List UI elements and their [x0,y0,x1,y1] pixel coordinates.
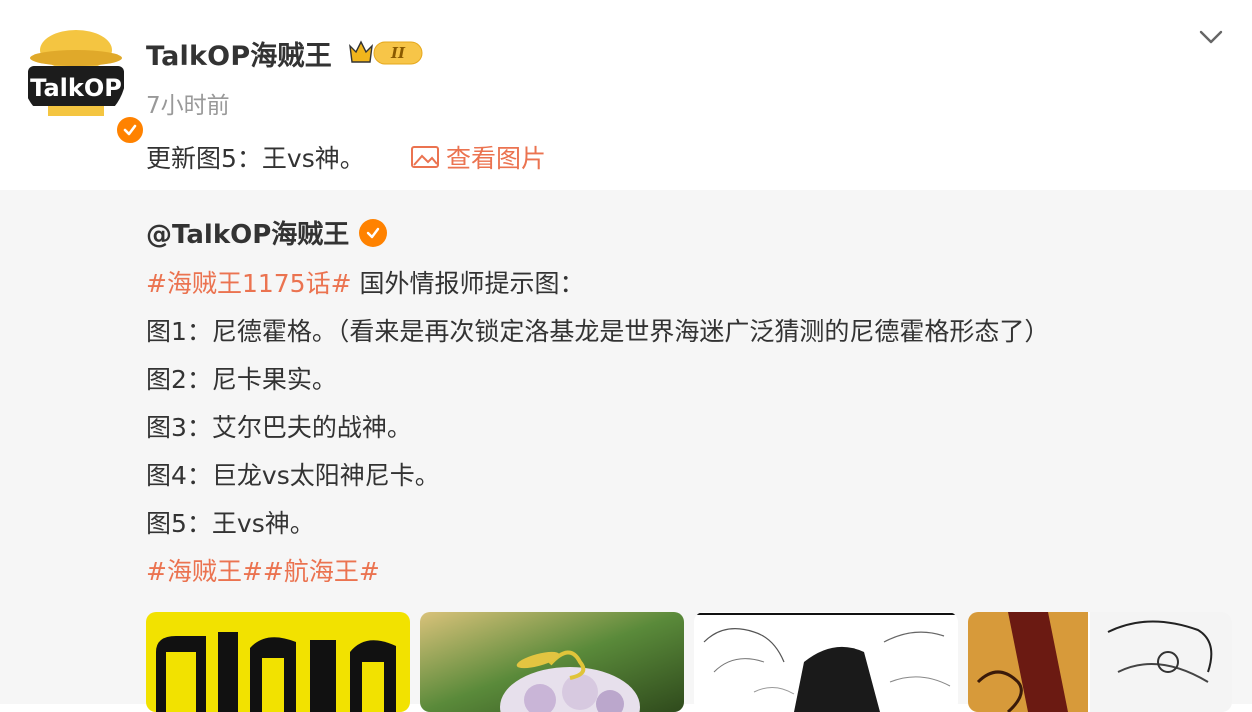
repost-line-3: 图2：尼卡果实。 [146,365,337,394]
username[interactable]: TalkOP海贼王 [146,34,332,73]
repost-author-name[interactable]: @TalkOP海贼王 [146,214,349,251]
repost-line-1: #海贼王1175话# 国外情报师提示图： [146,264,584,300]
thumbnail-image [420,612,684,712]
thumbnail-image [146,612,410,712]
timestamp[interactable]: 7小时前 [146,86,230,120]
verified-icon [359,218,388,247]
hashtag-link[interactable]: #海贼王# [146,557,263,586]
repost-line-6: 图5：王vs神。 [146,509,315,538]
repost-line-5: 图4：巨龙vs太阳神尼卡。 [146,461,440,490]
hashtag-link[interactable]: #航海王# [263,557,380,586]
image-grid [146,612,1236,712]
hashtag-link[interactable]: #海贼王1175话# [146,269,352,298]
image-icon [411,146,439,168]
repost-line-text: 国外情报师提示图： [351,269,585,298]
image-thumbnail[interactable] [968,612,1232,712]
view-image-link[interactable]: 查看图片 [410,139,546,175]
thumbnail-image [694,612,958,712]
crown-icon[interactable]: II [348,36,428,68]
repost-line-2: 图1：尼德霍格。（看来是再次锁定洛基龙是世界海迷广泛猜测的尼德霍格形态了） [146,317,1050,346]
post-header: TalkOP TalkOP海贼王 II 7小时前 更新图5：王vs神。 查看图片 [0,0,1252,190]
member-level-text: II [390,44,406,62]
svg-text:TalkOP: TalkOP [30,74,122,102]
repost-line-4: 图3：艾尔巴夫的战神。 [146,413,412,442]
repost-box[interactable]: @TalkOP海贼王 #海贼王1175话# 国外情报师提示图： 图1：尼德霍格。… [0,190,1252,712]
image-thumbnail[interactable] [146,612,410,712]
view-image-label: 查看图片 [446,144,547,173]
post-text: 更新图5：王vs神。 [146,144,365,173]
avatar[interactable]: TalkOP [20,20,146,146]
image-thumbnail[interactable] [420,612,684,712]
verified-icon [114,114,146,146]
image-thumbnail[interactable] [694,612,958,712]
thumbnail-image [968,612,1232,712]
repost-hashtags: #海贼王##航海王# [146,552,380,588]
repost-author[interactable]: @TalkOP海贼王 [146,214,388,251]
avatar-logo-icon: TalkOP [22,22,126,126]
chevron-down-icon[interactable] [1196,26,1226,50]
